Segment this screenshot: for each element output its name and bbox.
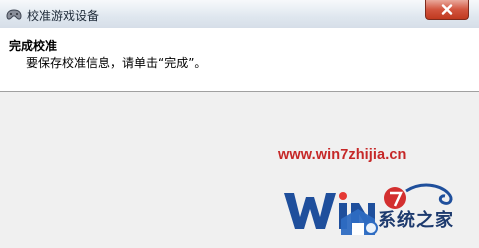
page-subtitle: 要保存校准信息，请单击“完成”。 [26, 56, 207, 70]
brand-text: 系统之家 [378, 210, 454, 231]
game-controller-icon [5, 6, 23, 22]
watermark-url: www.win7zhijia.cn [278, 147, 407, 163]
calibration-dialog: 校准游戏设备 完成校准 要保存校准信息，请单击“完成”。 www.win7zhi… [0, 0, 479, 244]
page-title: 完成校准 [9, 39, 58, 53]
wizard-header: 完成校准 要保存校准信息，请单击“完成”。 [0, 28, 479, 92]
title-bar[interactable]: 校准游戏设备 [0, 0, 479, 29]
window-title: 校准游戏设备 [27, 9, 100, 23]
close-button[interactable] [425, 0, 469, 20]
close-icon [441, 0, 453, 19]
